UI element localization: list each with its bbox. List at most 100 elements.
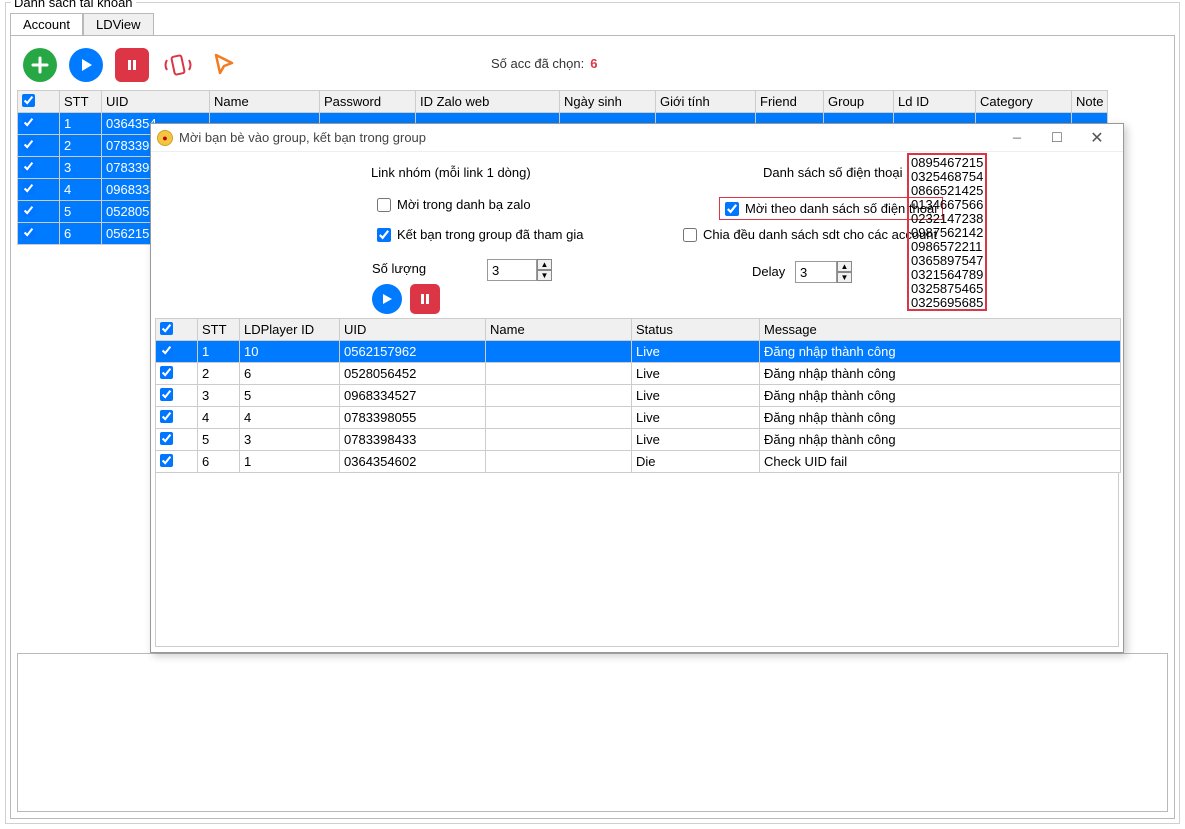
table-row[interactable]: 350968334527 LiveĐăng nhập thành công [156, 385, 1121, 407]
row-checkbox[interactable] [160, 432, 173, 445]
dialog-titlebar[interactable]: ● Mời bạn bè vào group, kết bạn trong gr… [151, 124, 1123, 152]
cell-stt: 6 [60, 223, 102, 245]
cell-msg: Đăng nhập thành công [760, 429, 1121, 451]
cell-ldid: 5 [240, 385, 340, 407]
cursor-icon [210, 51, 238, 79]
cell-status: Live [632, 385, 760, 407]
col-note[interactable]: Note [1072, 91, 1108, 113]
row-checkbox[interactable] [22, 204, 35, 217]
col-name[interactable]: Name [210, 91, 320, 113]
close-button[interactable]: ✕ [1077, 125, 1117, 151]
phone-number: 0756892154 [911, 310, 983, 311]
col-category[interactable]: Category [976, 91, 1072, 113]
phone-number: 0325695685 [911, 296, 983, 310]
cell-stt: 1 [60, 113, 102, 135]
header-checkbox[interactable] [22, 94, 35, 107]
table-row[interactable]: 530783398433LiveĐăng nhập thành công [156, 429, 1121, 451]
cell-name [486, 407, 632, 429]
maximize-button[interactable]: □ [1037, 125, 1077, 151]
scol-uid[interactable]: UID [340, 319, 486, 341]
row-checkbox[interactable] [160, 388, 173, 401]
phone-number: 0321564789 [911, 268, 983, 282]
delay-down[interactable]: ▼ [837, 272, 852, 283]
table-row[interactable]: 1100562157962LiveĐăng nhập thành công [156, 341, 1121, 363]
pause-button[interactable] [115, 48, 149, 82]
tab-ldview[interactable]: LDView [83, 13, 154, 36]
plus-icon [31, 56, 49, 74]
cell-stt: 4 [198, 407, 240, 429]
cell-stt: 3 [60, 157, 102, 179]
col-ldid[interactable]: Ld ID [894, 91, 976, 113]
play-icon [381, 293, 393, 305]
cell-msg: Đăng nhập thành công [760, 407, 1121, 429]
dialog-play-button[interactable] [372, 284, 402, 314]
tab-account[interactable]: Account [10, 13, 83, 36]
status-table: STT LDPlayer ID UID Name Status Message … [155, 318, 1121, 473]
table-row[interactable]: 610364354602DieCheck UID fail [156, 451, 1121, 473]
table-row[interactable]: 440783398055LiveĐăng nhập thành công [156, 407, 1121, 429]
phone-number: 0895467215 [911, 156, 983, 170]
quantity-input[interactable] [487, 259, 537, 281]
col-ngay[interactable]: Ngày sinh [560, 91, 656, 113]
row-checkbox[interactable] [22, 226, 35, 239]
cell-uid: 0528056452 [340, 363, 486, 385]
row-checkbox[interactable] [160, 366, 173, 379]
status-table-empty-area [155, 472, 1119, 647]
status-header-checkbox[interactable] [160, 322, 173, 335]
cell-uid: 0968334527 [340, 385, 486, 407]
row-checkbox[interactable] [22, 160, 35, 173]
col-password[interactable]: Password [320, 91, 416, 113]
scol-msg[interactable]: Message [760, 319, 1121, 341]
col-uid[interactable]: UID [102, 91, 210, 113]
play-icon [79, 58, 93, 72]
shake-button[interactable] [161, 48, 195, 82]
col-stt[interactable]: STT [60, 91, 102, 113]
phone-number: 0325875465 [911, 282, 983, 296]
row-checkbox[interactable] [22, 138, 35, 151]
cell-msg: Đăng nhập thành công [760, 385, 1121, 407]
quantity-up[interactable]: ▲ [537, 259, 552, 270]
cell-stt: 5 [60, 201, 102, 223]
scol-status[interactable]: Status [632, 319, 760, 341]
row-checkbox[interactable] [22, 182, 35, 195]
add-button[interactable] [23, 48, 57, 82]
delay-input[interactable] [795, 261, 837, 283]
col-group[interactable]: Group [824, 91, 894, 113]
col-friend[interactable]: Friend [756, 91, 824, 113]
cell-msg: Đăng nhập thành công [760, 363, 1121, 385]
row-checkbox[interactable] [22, 116, 35, 129]
chk-split-phones[interactable]: Chia đều danh sách sdt cho các account [683, 227, 937, 242]
phone-list-box[interactable]: 0895467215032546875408665214250134667566… [907, 153, 987, 311]
dialog-pause-button[interactable] [410, 284, 440, 314]
row-checkbox[interactable] [160, 410, 173, 423]
quantity-label: Số lượng [372, 261, 426, 276]
phone-number: 0232147238 [911, 212, 983, 226]
selected-count-value: 6 [590, 56, 597, 71]
pause-icon [125, 58, 139, 72]
phone-number: 0365897547 [911, 254, 983, 268]
cell-uid: 0783398433 [340, 429, 486, 451]
scol-ldid[interactable]: LDPlayer ID [240, 319, 340, 341]
play-button[interactable] [69, 48, 103, 82]
scol-name[interactable]: Name [486, 319, 632, 341]
cell-name [486, 341, 632, 363]
cell-ldid: 6 [240, 363, 340, 385]
cell-status: Live [632, 407, 760, 429]
group-box-title: Danh sách tài khoản [11, 0, 136, 10]
cell-name [486, 363, 632, 385]
scol-stt[interactable]: STT [198, 319, 240, 341]
cursor-button[interactable] [207, 48, 241, 82]
minimize-button[interactable]: – [997, 125, 1037, 151]
row-checkbox[interactable] [160, 344, 173, 357]
chk-friend-in-group[interactable]: Kết bạn trong group đã tham gia [377, 227, 583, 242]
cell-stt: 3 [198, 385, 240, 407]
row-checkbox[interactable] [160, 454, 173, 467]
table-row[interactable]: 260528056452LiveĐăng nhập thành công [156, 363, 1121, 385]
col-gioi[interactable]: Giới tính [656, 91, 756, 113]
cell-ldid: 3 [240, 429, 340, 451]
quantity-down[interactable]: ▼ [537, 270, 552, 281]
col-idzalo[interactable]: ID Zalo web [416, 91, 560, 113]
chk-invite-contacts[interactable]: Mời trong danh bạ zalo [377, 197, 531, 212]
cell-stt: 6 [198, 451, 240, 473]
delay-up[interactable]: ▲ [837, 261, 852, 272]
